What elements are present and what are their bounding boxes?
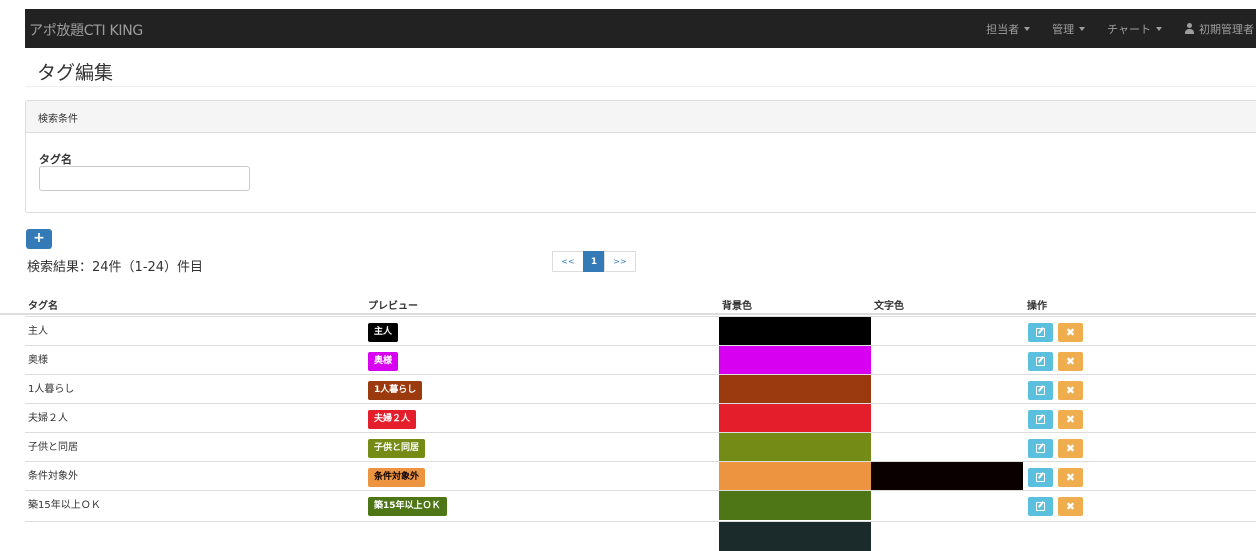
table-row: 1人暮らし 1人暮らし ✖ [25, 374, 1256, 404]
pagination-prev[interactable]: << [552, 251, 584, 272]
pagination: << 1 >> [552, 251, 636, 272]
delete-icon[interactable]: ✖ [1058, 352, 1083, 371]
nav-menu-staff-label: 担当者 [986, 22, 1020, 36]
bg-color-swatch [719, 404, 871, 433]
text-color-swatch [871, 491, 1023, 520]
text-color-swatch [871, 317, 1023, 346]
table-row: 築15年以上ＯＫ 築15年以上ＯＫ ✖ [25, 490, 1256, 520]
text-color-swatch [871, 462, 1023, 491]
edit-icon[interactable] [1028, 497, 1053, 516]
column-header-tag-name: タグ名 [28, 301, 58, 312]
result-summary: 検索結果：24件（1-24）件目 [27, 260, 204, 275]
tag-name-cell: 1人暮らし [28, 384, 75, 395]
caret-down-icon [1024, 26, 1031, 31]
user-icon [1184, 23, 1195, 34]
search-panel-heading: 検索条件 [26, 101, 1256, 133]
bg-color-swatch [719, 433, 871, 462]
column-header-bg-color: 背景色 [722, 301, 752, 312]
nav-menu-staff[interactable]: 担当者 [986, 21, 1031, 37]
tag-preview: 1人暮らし [368, 381, 423, 400]
tag-name-input[interactable] [39, 166, 250, 191]
edit-icon[interactable] [1028, 439, 1053, 458]
column-header-actions: 操作 [1027, 301, 1047, 312]
bg-color-swatch [719, 317, 871, 346]
bg-color-swatch [719, 491, 871, 520]
nav-menu-admin[interactable]: 管理 [1052, 21, 1086, 37]
edit-icon[interactable] [1028, 410, 1053, 429]
tag-name-cell: 子供と同居 [28, 442, 78, 453]
nav-user-label: 初期管理者 [1199, 22, 1254, 36]
edit-icon[interactable] [1028, 381, 1053, 400]
text-color-swatch [871, 404, 1023, 433]
search-panel: 検索条件 タグ名 [25, 100, 1256, 213]
tag-name-cell: 奥様 [28, 355, 48, 366]
tag-name-label: タグ名 [39, 153, 72, 166]
tag-name-cell: 条件対象外 [28, 471, 78, 482]
edit-icon[interactable] [1028, 468, 1053, 487]
tag-preview: 主人 [368, 323, 399, 342]
tag-preview: 築15年以上ＯＫ [368, 497, 447, 516]
text-color-swatch [871, 433, 1023, 462]
bg-color-swatch [719, 346, 871, 375]
delete-icon[interactable]: ✖ [1058, 381, 1083, 400]
nav-menu-chart[interactable]: チャート [1107, 21, 1162, 37]
table-row: 子供と同居 子供と同居 ✖ [25, 432, 1256, 462]
tag-preview: 子供と同居 [368, 439, 426, 458]
table-row: 主人 主人 ✖ [25, 316, 1256, 346]
table-row: 夫婦２人 夫婦２人 ✖ [25, 403, 1256, 433]
navbar: アポ放題CTI KING 担当者 管理 チャート 初期管理者 [25, 9, 1256, 48]
delete-icon[interactable]: ✖ [1058, 410, 1083, 429]
tag-name-cell: 夫婦２人 [28, 413, 68, 424]
nav-user-menu[interactable]: 初期管理者 [1184, 21, 1254, 37]
tag-name-cell: 主人 [28, 326, 48, 337]
text-color-swatch [871, 346, 1023, 375]
bg-color-swatch [719, 462, 871, 491]
nav-menu: 担当者 管理 チャート 初期管理者 [964, 9, 1256, 48]
caret-down-icon [1156, 26, 1162, 31]
edit-icon[interactable] [1028, 352, 1053, 371]
nav-menu-admin-label: 管理 [1052, 22, 1075, 36]
delete-icon[interactable]: ✖ [1058, 323, 1083, 342]
tag-name-cell: 築15年以上ＯＫ [28, 500, 101, 511]
nav-menu-chart-label: チャート [1107, 22, 1151, 36]
edit-icon[interactable] [1028, 323, 1053, 342]
delete-icon[interactable]: ✖ [1058, 497, 1083, 516]
tag-preview: 奥様 [368, 352, 399, 371]
bg-color-swatch [719, 522, 871, 551]
page-title: タグ編集 [37, 62, 114, 84]
tag-preview: 条件対象外 [368, 468, 426, 487]
bg-color-swatch [719, 375, 871, 404]
column-header-text-color: 文字色 [874, 301, 904, 312]
pagination-next[interactable]: >> [604, 251, 636, 272]
tag-preview: 夫婦２人 [368, 410, 417, 429]
title-divider [25, 86, 1256, 87]
pagination-page-1[interactable]: 1 [583, 251, 605, 272]
text-color-swatch [871, 375, 1023, 404]
delete-icon[interactable]: ✖ [1058, 439, 1083, 458]
table-row: 条件対象外 条件対象外 ✖ [25, 461, 1256, 491]
table-header: タグ名 プレビュー 背景色 文字色 操作 [0, 297, 1256, 315]
brand[interactable]: アポ放題CTI KING [29, 20, 143, 40]
column-header-preview: プレビュー [368, 301, 418, 312]
add-tag-button[interactable]: + [26, 229, 52, 249]
delete-icon[interactable]: ✖ [1058, 468, 1083, 487]
table-row-partial [25, 521, 1256, 551]
table-row: 奥様 奥様 ✖ [25, 345, 1256, 375]
caret-down-icon [1079, 26, 1086, 31]
